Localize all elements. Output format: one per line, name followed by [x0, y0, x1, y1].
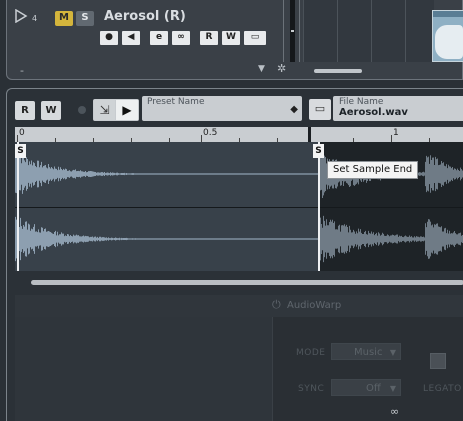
sync-label: SYNC [298, 384, 325, 394]
sample-end-marker[interactable]: S [313, 144, 324, 158]
collapse-toggle[interactable]: - [20, 64, 24, 77]
preset-menu-icon[interactable]: ◆ [290, 104, 298, 115]
mute-button[interactable]: M [55, 11, 73, 26]
ruler-tick [201, 135, 202, 142]
preset-field[interactable]: Preset Name ◆ [142, 96, 302, 121]
ruler-tick [391, 135, 392, 142]
divider [299, 0, 300, 62]
time-ruler[interactable]: 0 0.5 1 [15, 127, 463, 142]
audiowarp-header: ⏻ AudioWarp [15, 295, 463, 317]
track-panel: 4 M S Aerosol (R) ● ◀ e ∞ R W ▭ - ▼ ✲ [6, 0, 463, 80]
ruler-end-marker[interactable] [308, 127, 311, 142]
file-name-value: Aerosol.wav [339, 107, 408, 118]
sample-start-line[interactable] [17, 142, 19, 271]
read-automation-button[interactable]: R [200, 31, 218, 45]
link-button[interactable]: ∞ [172, 31, 190, 45]
link-icon[interactable]: ∞ [390, 405, 399, 418]
read-button[interactable]: R [15, 101, 35, 120]
grid-line [405, 0, 406, 62]
ruler-tick [17, 135, 18, 142]
sync-select[interactable]: Off ▼ [331, 379, 401, 396]
write-automation-button[interactable]: W [222, 31, 240, 45]
record-enable-button[interactable]: ● [100, 31, 118, 45]
app-window: 4 M S Aerosol (R) ● ◀ e ∞ R W ▭ - ▼ ✲ R … [0, 0, 463, 421]
chevron-down-icon: ▼ [389, 348, 396, 357]
chevron-down-icon: ▼ [389, 384, 396, 393]
track-name[interactable]: Aerosol (R) [104, 9, 186, 24]
sync-value: Off [366, 383, 381, 394]
divider [283, 0, 284, 62]
file-name-label: File Name [339, 97, 384, 107]
folder-icon[interactable]: ▭ [309, 99, 331, 120]
waveform-display[interactable]: S S Set Sample End [15, 142, 463, 271]
gear-icon[interactable]: ✲ [277, 62, 286, 75]
tooltip: Set Sample End [327, 161, 419, 179]
play-from-icon[interactable]: ▶ [116, 100, 138, 120]
meter-peak [291, 30, 294, 32]
lane-button[interactable]: ▭ [244, 31, 266, 45]
play-icon[interactable] [14, 9, 28, 23]
legato-checkbox[interactable] [430, 353, 446, 369]
horizontal-scrollbar[interactable] [31, 280, 463, 285]
audiowarp-section: ⏻ AudioWarp MODE Music ▼ SYNC Off ▼ LEGA… [15, 295, 463, 421]
mode-select[interactable]: Music ▼ [331, 343, 401, 360]
mode-label: MODE [296, 348, 326, 358]
track-number: 4 [32, 14, 38, 23]
project-grid [303, 0, 434, 62]
transient-tools: ⇲ ▶ [93, 99, 139, 121]
solo-button[interactable]: S [76, 11, 94, 26]
power-icon[interactable]: ⏻ [272, 298, 281, 312]
mode-value: Music [354, 347, 383, 358]
dropdown-arrow-icon[interactable]: ▼ [258, 64, 265, 74]
track-scrollbar[interactable] [314, 69, 362, 73]
preset-label: Preset Name [147, 97, 205, 107]
audiowarp-title: AudioWarp [287, 300, 342, 311]
sample-start-marker[interactable]: S [15, 144, 26, 158]
range-tool-icon[interactable]: ⇲ [94, 100, 115, 120]
clip-header [433, 11, 463, 17]
file-name-field[interactable]: File Name Aerosol.wav [333, 96, 463, 121]
sample-end-line[interactable] [318, 142, 320, 271]
left-pane [15, 317, 273, 421]
audio-clip[interactable] [432, 10, 463, 62]
clip-waveform [435, 25, 463, 59]
waveform-channel-right [15, 215, 463, 263]
ruler-label: 0.5 [203, 128, 218, 138]
write-button[interactable]: W [41, 101, 61, 120]
channel-divider [15, 207, 463, 208]
grid-line [371, 0, 372, 62]
grid-line [337, 0, 338, 62]
legato-label: LEGATO [423, 384, 462, 394]
monitor-button[interactable]: ◀ [122, 31, 140, 45]
sample-editor: R W ⇲ ▶ Preset Name ◆ ▭ File Name Aeroso… [6, 88, 463, 421]
edit-channel-button[interactable]: e [150, 31, 168, 45]
ruler-label: 0 [19, 128, 25, 138]
status-led [78, 106, 86, 114]
ruler-label: 1 [393, 128, 399, 138]
